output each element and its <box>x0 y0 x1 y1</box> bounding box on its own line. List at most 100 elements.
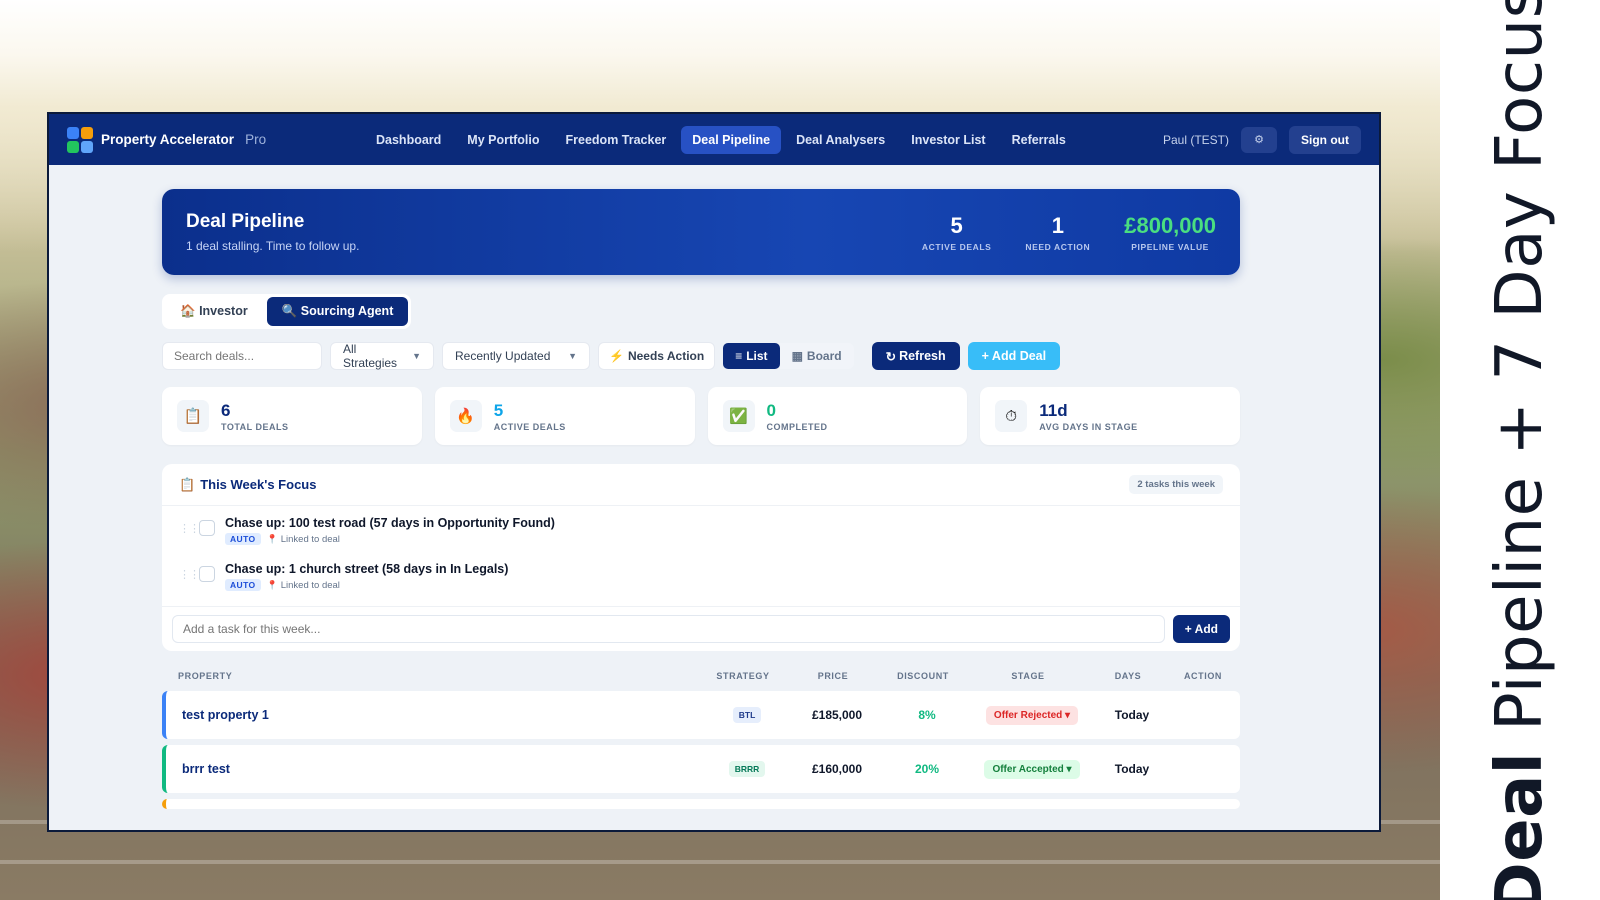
task-checkbox[interactable] <box>199 566 215 582</box>
check-icon: ✅ <box>722 400 755 432</box>
top-navigation: Property Accelerator Pro Dashboard My Po… <box>49 114 1379 165</box>
refresh-button[interactable]: ↻ Refresh <box>871 342 960 370</box>
page-subtitle: 1 deal stalling. Time to follow up. <box>186 239 360 253</box>
fire-icon: 🔥 <box>449 400 482 432</box>
strategy-select[interactable]: All Strategies ▼ <box>330 342 434 370</box>
page-title: Deal Pipeline <box>186 211 305 232</box>
hero-stats: 5 ACTIVE DEALS 1 NEED ACTION £800,000 PI… <box>922 213 1216 252</box>
table-row[interactable] <box>162 799 1240 809</box>
add-task-row: + Add <box>162 606 1240 651</box>
role-toggle: 🏠 Investor 🔍 Sourcing Agent <box>162 294 412 329</box>
deals-table-header: PROPERTY STRATEGY PRICE DISCOUNT STAGE D… <box>162 667 1240 685</box>
add-task-input[interactable] <box>172 615 1165 643</box>
hero-stat-pipeline-value: £800,000 PIPELINE VALUE <box>1124 212 1216 252</box>
pipeline-hero: Deal Pipeline 1 deal stalling. Time to f… <box>162 189 1240 275</box>
column-strategy[interactable]: STRATEGY <box>698 671 788 681</box>
task-count-badge: 2 tasks this week <box>1129 475 1223 494</box>
column-price[interactable]: PRICE <box>788 671 878 681</box>
clipboard-icon: 📋 <box>179 476 196 492</box>
nav-dashboard[interactable]: Dashboard <box>365 126 452 154</box>
stat-completed: ✅ 0 COMPLETED <box>707 387 968 445</box>
app-window: Property Accelerator Pro Dashboard My Po… <box>47 112 1381 832</box>
hero-stat-active-deals: 5 ACTIVE DEALS <box>921 212 992 252</box>
pipeline-toolbar: All Strategies▼ Recently Updated▼ ⚡Needs… <box>162 342 1240 370</box>
view-toggle: ≡ List ▦ Board <box>723 343 854 369</box>
chevron-down-icon: ▼ <box>568 351 577 361</box>
auto-badge: AUTO <box>225 533 261 545</box>
discount-cell: 8% <box>918 708 936 722</box>
brand-suffix: Pro <box>245 132 267 147</box>
nav-deal-pipeline[interactable]: Deal Pipeline <box>681 125 782 154</box>
user-area: Paul (TEST) ⚙ Sign out <box>1162 125 1361 154</box>
add-task-button[interactable]: + Add <box>1172 615 1230 643</box>
board-view-button[interactable]: ▦ Board <box>780 343 854 369</box>
chevron-down-icon: ▼ <box>412 351 421 361</box>
focus-title: 📋 This Week's Focus <box>179 476 317 493</box>
task-text: Chase up: 100 test road (57 days in Oppo… <box>225 516 555 530</box>
table-row[interactable]: test property 1 BTL £185,000 8% Offer Re… <box>162 691 1240 739</box>
gear-icon[interactable]: ⚙ <box>1241 126 1277 153</box>
auto-badge: AUTO <box>225 579 261 591</box>
main-content: Deal Pipeline 1 deal stalling. Time to f… <box>162 189 1240 809</box>
house-icon: 🏠 <box>180 304 196 318</box>
lightning-icon: ⚡ <box>609 349 624 363</box>
brand-name: Property Accelerator <box>101 132 235 147</box>
days-cell: Today <box>1114 708 1150 722</box>
table-row[interactable]: brrr test BRRR £160,000 20% Offer Accept… <box>162 745 1240 793</box>
user-name: Paul (TEST) <box>1162 132 1229 147</box>
price-cell: £160,000 <box>811 762 863 776</box>
board-icon: ▦ <box>791 349 803 363</box>
sign-out-button[interactable]: Sign out <box>1289 125 1361 154</box>
role-investor-tab[interactable]: 🏠 Investor <box>165 297 263 326</box>
linked-to-deal-link[interactable]: 📍 Linked to deal <box>267 534 340 545</box>
stat-avg-days: ⏱ 11d AVG DAYS IN STAGE <box>980 387 1240 445</box>
magnifier-icon: 🔍 <box>281 304 298 318</box>
role-sourcing-agent-tab[interactable]: 🔍 Sourcing Agent <box>266 297 409 326</box>
focus-task: ⋮⋮ Chase up: 1 church street (58 days in… <box>162 552 1240 598</box>
stat-active-deals: 🔥 5 ACTIVE DEALS <box>434 387 695 445</box>
brand[interactable]: Property Accelerator Pro <box>67 126 357 153</box>
search-input[interactable] <box>162 342 322 370</box>
task-text: Chase up: 1 church street (58 days in In… <box>225 562 509 576</box>
needs-action-filter[interactable]: ⚡ Needs Action <box>598 342 716 370</box>
days-cell: Today <box>1114 762 1150 776</box>
drag-handle-icon[interactable]: ⋮⋮ <box>179 568 200 581</box>
logo-icon <box>67 126 93 153</box>
column-days[interactable]: DAYS <box>1088 671 1168 681</box>
task-checkbox[interactable] <box>199 520 215 536</box>
column-action: ACTION <box>1183 671 1223 681</box>
property-name[interactable]: brrr test <box>182 762 702 776</box>
strategy-badge: BTL <box>732 707 762 723</box>
hero-stat-need-action: 1 NEED ACTION <box>1025 212 1091 252</box>
nav-freedom-tracker[interactable]: Freedom Tracker <box>555 126 678 154</box>
stage-dropdown[interactable]: Offer Accepted ▾ <box>984 759 1080 779</box>
column-stage[interactable]: STAGE <box>968 671 1088 681</box>
sort-select[interactable]: Recently Updated ▼ <box>442 342 590 370</box>
nav-referrals[interactable]: Referrals <box>1001 126 1077 154</box>
pin-icon: 📍 <box>266 533 278 544</box>
stage-dropdown[interactable]: Offer Rejected ▾ <box>985 705 1079 725</box>
stat-total-deals: 📋 6 TOTAL DEALS <box>162 387 422 445</box>
list-view-button[interactable]: ≡ List <box>723 343 780 369</box>
discount-cell: 20% <box>914 762 940 776</box>
slide-caption: Deal Pipeline + 7 Day Focus <box>1483 0 1557 900</box>
focus-header: 📋 This Week's Focus 2 tasks this week <box>162 464 1240 506</box>
column-property[interactable]: PROPERTY <box>178 671 698 681</box>
property-name[interactable]: test property 1 <box>182 708 702 722</box>
price-cell: £185,000 <box>811 708 863 722</box>
weekly-focus-card: 📋 This Week's Focus 2 tasks this week ⋮⋮… <box>162 464 1240 651</box>
nav-investor-list[interactable]: Investor List <box>900 126 996 154</box>
drag-handle-icon[interactable]: ⋮⋮ <box>179 522 200 535</box>
strategy-badge: BRRR <box>728 761 766 777</box>
nav-my-portfolio[interactable]: My Portfolio <box>456 126 550 154</box>
pin-icon: 📍 <box>266 579 278 590</box>
nav-deal-analysers[interactable]: Deal Analysers <box>785 126 896 154</box>
add-deal-button[interactable]: + Add Deal <box>967 342 1061 370</box>
clipboard-icon: 📋 <box>177 400 209 432</box>
refresh-icon: ↻ <box>885 349 897 364</box>
linked-to-deal-link[interactable]: 📍 Linked to deal <box>267 580 340 591</box>
column-discount[interactable]: DISCOUNT <box>878 671 968 681</box>
list-icon: ≡ <box>735 349 743 363</box>
main-nav: Dashboard My Portfolio Freedom Tracker D… <box>365 125 1077 154</box>
stopwatch-icon: ⏱ <box>995 400 1028 432</box>
